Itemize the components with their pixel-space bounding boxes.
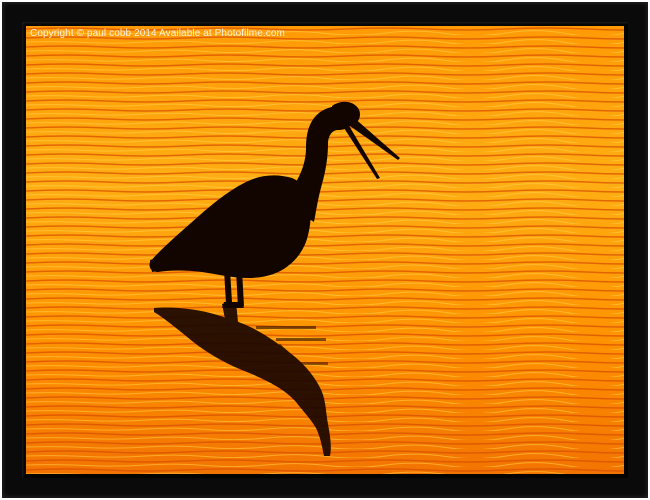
copyright-watermark: Copyright © paul cobb 2014 Available at … — [30, 28, 285, 39]
sunset-water-scene — [26, 26, 624, 474]
framed-print: Copyright © paul cobb 2014 Available at … — [0, 0, 650, 500]
photo: Copyright © paul cobb 2014 Available at … — [26, 26, 624, 474]
